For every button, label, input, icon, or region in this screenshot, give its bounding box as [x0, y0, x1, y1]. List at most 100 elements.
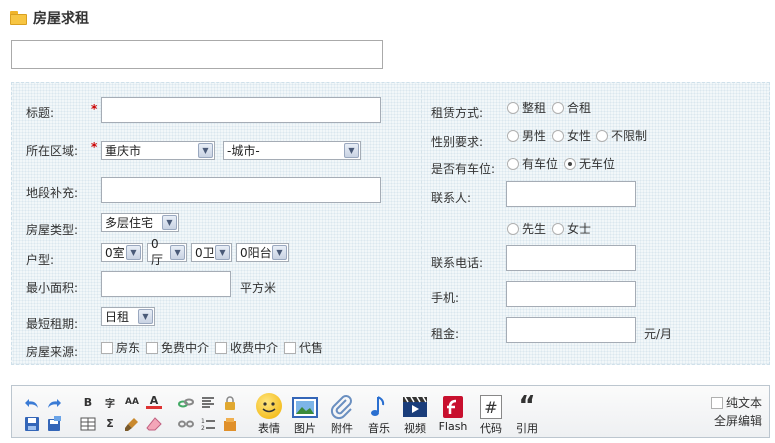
- contact-input[interactable]: [506, 181, 636, 207]
- mobile-input[interactable]: [506, 281, 636, 307]
- district-select-value: -城市-: [227, 144, 260, 158]
- salutation-option-mr[interactable]: 先生: [507, 220, 546, 237]
- gender-option-any[interactable]: 不限制: [596, 127, 647, 144]
- radio-button[interactable]: [552, 222, 564, 235]
- radio-button[interactable]: [552, 101, 564, 114]
- source-option-paid-agent[interactable]: 收费中介: [215, 339, 278, 356]
- mobile-label: 手机:: [431, 291, 460, 305]
- save-as-icon[interactable]: [46, 416, 62, 432]
- music-button-label[interactable]: 音乐: [359, 420, 399, 436]
- min-area-label: 最小面积:: [26, 281, 79, 295]
- term-value: 日租: [105, 310, 130, 324]
- music-icon[interactable]: [366, 394, 392, 420]
- lease-label: 租赁方式:: [431, 106, 484, 120]
- house-type-label: 房屋类型:: [26, 223, 79, 237]
- radio-button[interactable]: [507, 101, 519, 114]
- link-icon[interactable]: [178, 395, 194, 411]
- source-option-sale[interactable]: 代售: [284, 339, 323, 356]
- min-area-input[interactable]: [101, 271, 231, 297]
- gender-option-male[interactable]: 男性: [507, 127, 546, 144]
- video-button-label[interactable]: 视频: [395, 420, 435, 436]
- unlink-icon[interactable]: [178, 416, 194, 432]
- source-option-landlord[interactable]: 房东: [101, 339, 140, 356]
- title-label: 标题:: [26, 106, 55, 120]
- checkbox[interactable]: [284, 341, 296, 354]
- image-button-label[interactable]: 图片: [285, 420, 325, 436]
- redo-icon[interactable]: [46, 395, 62, 411]
- rooms-value: 0室: [105, 246, 125, 260]
- rooms-select[interactable]: 0室 ▼: [101, 243, 143, 262]
- font-color-icon[interactable]: A: [146, 394, 162, 409]
- lease-option-whole[interactable]: 整租: [507, 99, 546, 116]
- top-input[interactable]: [11, 40, 383, 69]
- column-divider: [421, 90, 422, 355]
- address-input[interactable]: [101, 177, 381, 203]
- checkbox[interactable]: [146, 341, 158, 354]
- undo-icon[interactable]: [24, 395, 40, 411]
- chevron-down-icon: ▼: [215, 245, 230, 260]
- balconies-select[interactable]: 0阳台 ▼: [236, 243, 289, 262]
- radio-button[interactable]: [507, 129, 519, 142]
- emoji-button-label[interactable]: 表情: [249, 420, 289, 436]
- font-icon[interactable]: 字: [102, 395, 118, 410]
- min-term-label: 最短租期:: [26, 317, 79, 331]
- code-icon[interactable]: #: [480, 395, 502, 419]
- flash-icon[interactable]: [440, 395, 466, 421]
- building-icon[interactable]: [222, 416, 238, 432]
- bold-icon[interactable]: B: [80, 395, 96, 409]
- radio-button[interactable]: [596, 129, 608, 142]
- video-icon[interactable]: [402, 395, 428, 421]
- folder-icon: [10, 11, 27, 25]
- checkbox[interactable]: [215, 341, 227, 354]
- image-icon[interactable]: [292, 395, 318, 421]
- address-label: 地段补充:: [26, 186, 79, 200]
- emoji-icon[interactable]: [256, 393, 282, 419]
- eraser-icon[interactable]: [146, 416, 162, 432]
- salutation-option-ms[interactable]: 女士: [552, 220, 591, 237]
- source-option-free-agent[interactable]: 免费中介: [146, 339, 209, 356]
- rent-input[interactable]: [506, 317, 636, 343]
- quote-button-label[interactable]: 引用: [507, 420, 547, 436]
- baths-select[interactable]: 0卫 ▼: [191, 243, 232, 262]
- halls-value: 0厅: [151, 237, 164, 267]
- gender-label: 性别要求:: [431, 135, 484, 149]
- required-mark: *: [91, 102, 98, 116]
- table-icon[interactable]: [80, 416, 96, 432]
- halls-select[interactable]: 0厅 ▼: [147, 237, 187, 267]
- radio-button[interactable]: [507, 157, 519, 170]
- checkbox[interactable]: [101, 341, 113, 354]
- fullscreen-edit-link[interactable]: 全屏编辑: [714, 412, 762, 429]
- lock-icon[interactable]: [222, 395, 238, 411]
- sigma-icon[interactable]: Σ: [102, 416, 118, 430]
- brush-icon[interactable]: [124, 416, 140, 432]
- code-button-label[interactable]: 代码: [471, 420, 511, 436]
- chevron-down-icon: ▼: [170, 245, 185, 260]
- attachment-button-label[interactable]: 附件: [322, 420, 362, 436]
- term-select[interactable]: 日租 ▼: [101, 307, 155, 326]
- chevron-down-icon: ▼: [126, 245, 141, 260]
- numbered-list-icon[interactable]: 12: [200, 416, 216, 432]
- title-input[interactable]: [101, 97, 381, 123]
- save-icon[interactable]: [24, 416, 40, 432]
- gender-option-female[interactable]: 女性: [552, 127, 591, 144]
- house-type-select[interactable]: 多层住宅 ▼: [101, 213, 179, 232]
- plain-text-checkbox[interactable]: [711, 396, 723, 409]
- radio-button[interactable]: [507, 222, 519, 235]
- parking-option-yes[interactable]: 有车位: [507, 155, 558, 172]
- align-icon[interactable]: [200, 395, 216, 411]
- plain-text-option[interactable]: 纯文本: [711, 394, 762, 411]
- lease-option-shared[interactable]: 合租: [552, 99, 591, 116]
- flash-button-label[interactable]: Flash: [433, 420, 473, 433]
- parking-option-no[interactable]: 无车位: [564, 155, 615, 172]
- quote-icon[interactable]: “: [514, 391, 540, 421]
- phone-input[interactable]: [506, 245, 636, 271]
- layout-label: 户型:: [26, 253, 55, 267]
- paperclip-icon[interactable]: [329, 394, 355, 420]
- page-header: 房屋求租: [10, 8, 89, 28]
- chevron-down-icon: ▼: [272, 245, 287, 260]
- radio-button[interactable]: [552, 129, 564, 142]
- district-select[interactable]: -城市- ▼: [223, 141, 361, 160]
- city-select[interactable]: 重庆市 ▼: [101, 141, 215, 160]
- font-size-icon[interactable]: AA: [124, 395, 140, 409]
- radio-button[interactable]: [564, 157, 576, 170]
